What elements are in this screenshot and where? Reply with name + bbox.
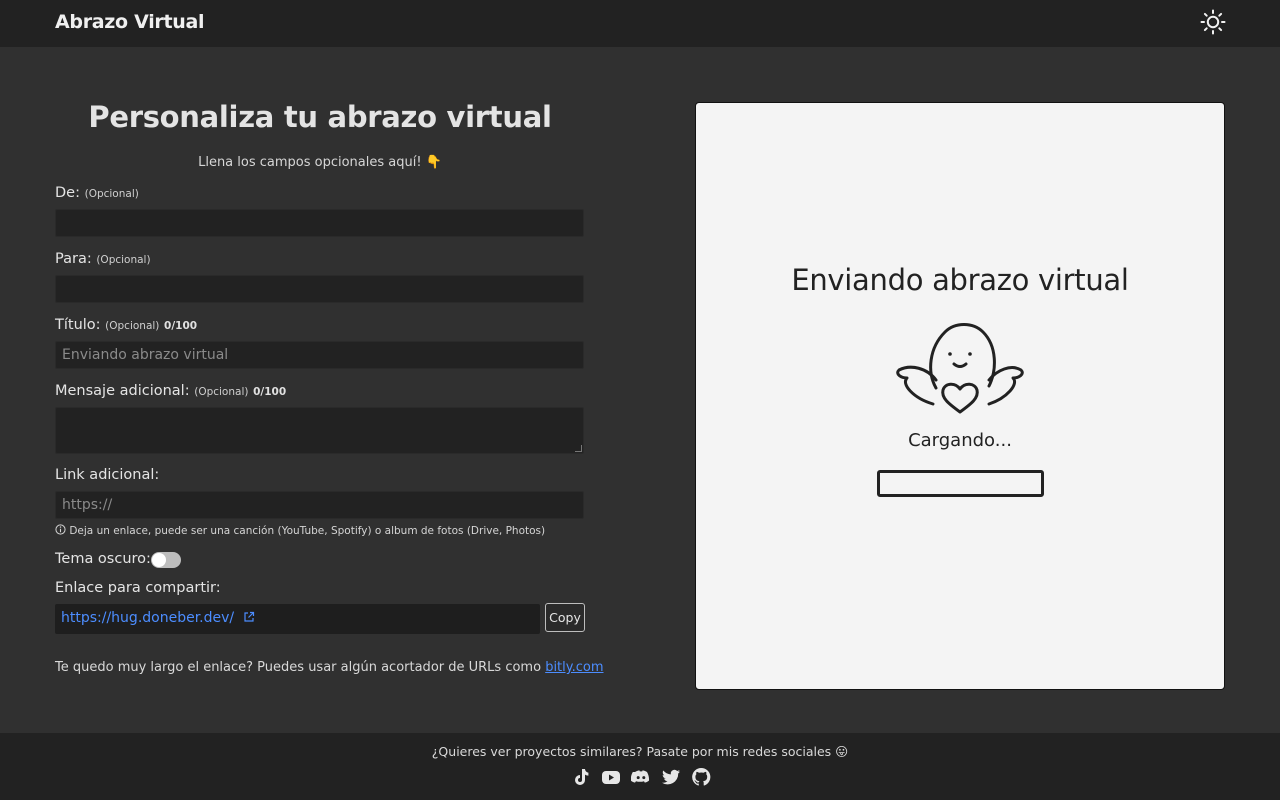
tiktok-icon[interactable] [571,767,591,787]
shortener-note: Te quedo muy largo el enlace? Puedes usa… [55,660,604,675]
shortener-note-text: Te quedo muy largo el enlace? Puedes usa… [55,660,542,675]
external-link-icon[interactable] [243,611,255,627]
discord-icon[interactable] [630,767,651,787]
link-label: Link adicional: [55,467,160,483]
dark-theme-toggle[interactable] [151,552,181,568]
optional-tag: (Opcional) [96,254,151,266]
progress-bar [877,470,1044,497]
hug-mascot-icon [893,318,1027,418]
from-input[interactable] [55,209,584,237]
share-label: Enlace para compartir: [55,580,221,596]
resize-handle[interactable] [575,445,582,452]
title-label-text: Título: [55,317,101,333]
title-label: Título: (Opcional) 0/100 [55,317,197,333]
twitter-icon[interactable] [661,767,681,787]
dark-theme-label: Tema oscuro: [55,551,151,567]
to-label-text: Para: [55,251,92,267]
to-input[interactable] [55,275,584,303]
share-link[interactable]: https://hug.doneber.dev/ [61,610,234,626]
message-label-text: Mensaje adicional: [55,383,190,399]
page-title: Personaliza tu abrazo virtual [88,100,552,134]
navbar: Abrazo Virtual [0,0,1280,47]
brand-title[interactable]: Abrazo Virtual [55,11,205,33]
share-link-box: https://hug.doneber.dev/ [55,604,540,634]
link-hint-text: Deja un enlace, puede ser una canción (Y… [69,525,546,537]
message-label: Mensaje adicional: (Opcional) 0/100 [55,383,286,399]
footer: ¿Quieres ver proyectos similares? Pasate… [0,733,1280,800]
youtube-icon[interactable] [601,767,621,787]
message-textarea[interactable] [55,407,584,454]
from-label-text: De: [55,185,80,201]
optional-tag: (Opcional) [194,386,249,398]
optional-tag: (Opcional) [105,320,160,332]
loading-text: Cargando... [908,430,1012,451]
toggle-knob [152,553,166,567]
preview-title: Enviando abrazo virtual [791,263,1129,297]
page-subtitle: Llena los campos opcionales aquí! 👇 [198,155,442,170]
github-icon[interactable] [691,767,711,787]
social-links [571,767,711,787]
to-label: Para: (Opcional) [55,251,151,267]
bitly-link[interactable]: bitly.com [545,660,603,675]
link-hint: Deja un enlace, puede ser una canción (Y… [55,524,545,537]
title-input[interactable]: Enviando abrazo virtual [55,341,584,369]
title-counter: 0/100 [164,320,198,332]
message-counter: 0/100 [253,386,287,398]
copy-button[interactable]: Copy [545,603,585,632]
hug-preview: Enviando abrazo virtual Cargando... [695,102,1225,690]
sun-icon[interactable] [1200,9,1226,35]
info-icon [55,524,66,535]
optional-tag: (Opcional) [84,188,139,200]
from-label: De: (Opcional) [55,185,139,201]
footer-text: ¿Quieres ver proyectos similares? Pasate… [431,744,849,759]
link-input[interactable]: https:// [55,491,584,519]
